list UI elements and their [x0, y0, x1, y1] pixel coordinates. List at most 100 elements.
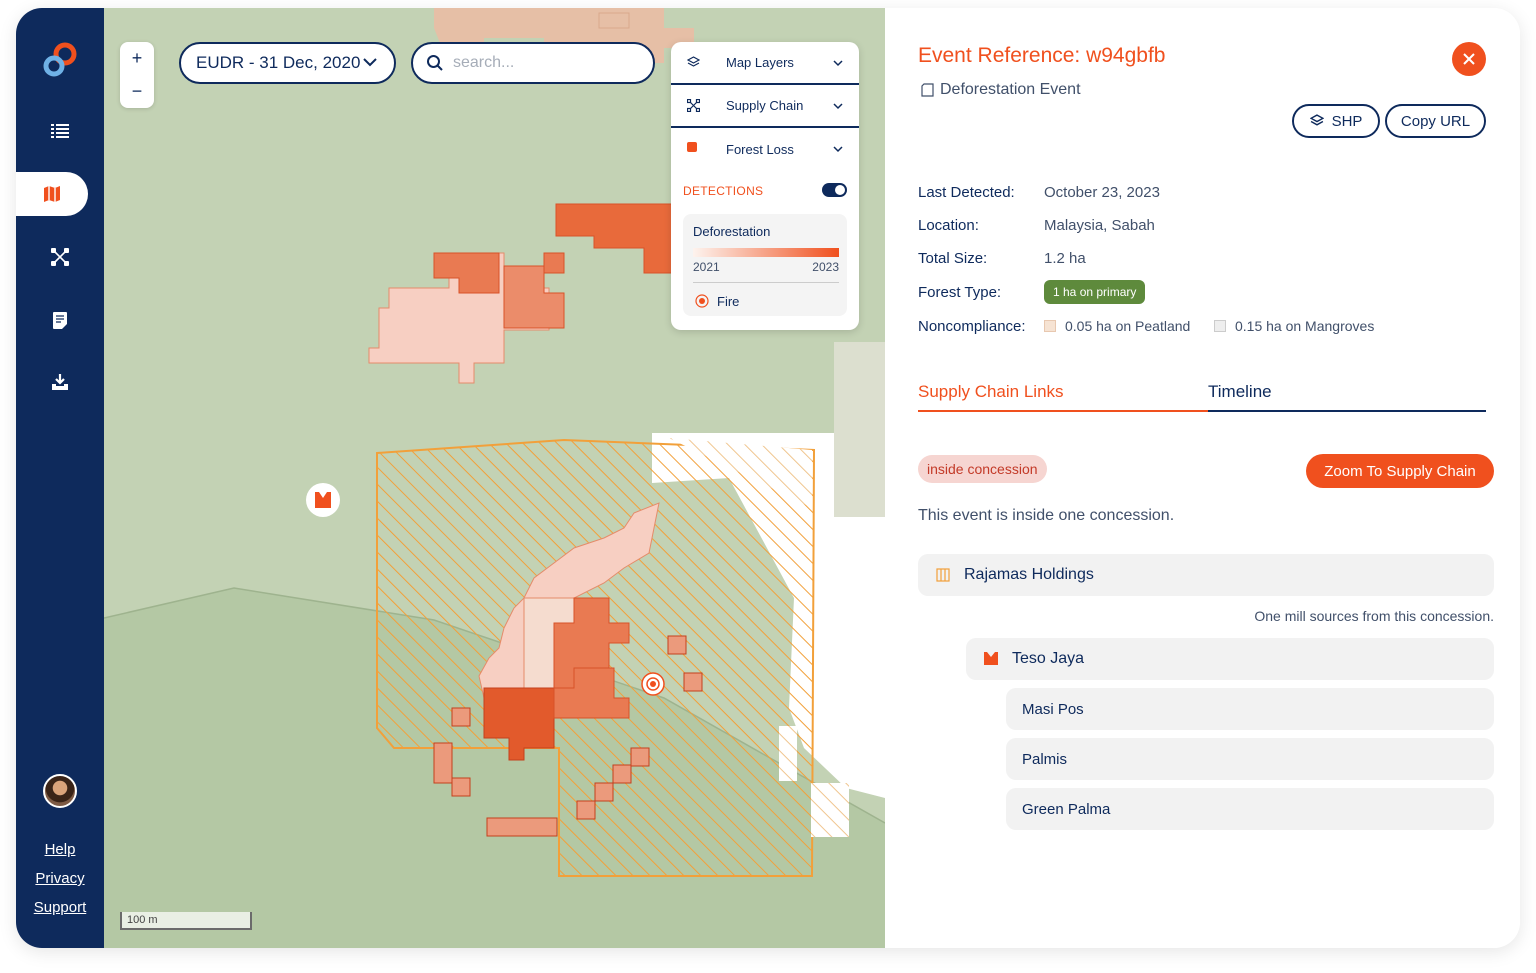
list-icon — [51, 124, 69, 138]
location-value: Malaysia, Sabah — [1044, 217, 1155, 234]
deforestation-legend-label: Deforestation — [693, 224, 771, 239]
total-size-value: 1.2 ha — [1044, 250, 1086, 267]
legend-divider — [693, 282, 839, 283]
tab-active-underline — [918, 410, 1208, 412]
location-label: Location: — [918, 217, 979, 234]
concession-card[interactable]: Rajamas Holdings — [918, 554, 1494, 596]
close-icon — [1463, 53, 1475, 65]
supply-chain-icon — [51, 248, 69, 266]
concession-strip — [779, 726, 797, 781]
year-start-label: 2021 — [693, 260, 720, 274]
zoom-out-button[interactable]: − — [120, 75, 154, 108]
chevron-down-icon — [833, 60, 843, 67]
forest-loss-label: Forest Loss — [726, 142, 794, 157]
event-type-label: Deforestation Event — [940, 81, 1081, 98]
close-button[interactable] — [1452, 42, 1486, 76]
copy-url-button-label: Copy URL — [1400, 112, 1471, 130]
search-placeholder: search... — [453, 54, 515, 71]
noncompliance-label: Noncompliance: — [918, 318, 1026, 335]
help-link[interactable]: Help — [16, 841, 104, 858]
mill-marker[interactable] — [306, 483, 340, 517]
date-filter-label: EUDR - 31 Dec, 2020 — [196, 53, 361, 72]
user-avatar[interactable] — [43, 774, 77, 808]
nav-report-button[interactable] — [16, 298, 104, 342]
supply-chain-icon — [687, 99, 700, 112]
nav-supply-chain-button[interactable] — [16, 235, 104, 279]
event-description: This event is inside one concession. — [918, 507, 1175, 524]
report-icon — [53, 311, 67, 329]
detections-toggle[interactable] — [822, 183, 847, 197]
event-title: Event Reference: w94gbfb — [918, 44, 1166, 67]
tab-underline — [1208, 410, 1486, 412]
forest-loss-icon — [687, 142, 697, 152]
concession-icon — [936, 568, 950, 582]
shp-button-label: SHP — [1331, 112, 1363, 130]
layers-icon — [687, 56, 700, 67]
forest-type-label: Forest Type: — [918, 284, 1002, 301]
deforestation-gradient — [693, 248, 839, 257]
supplier-name: Palmis — [1022, 750, 1068, 768]
map-layers-dropdown[interactable]: Map Layers — [671, 42, 859, 85]
nav-list-button[interactable] — [16, 109, 104, 153]
download-icon — [52, 373, 68, 390]
detections-legend: Deforestation 2021 2023 Fire — [683, 214, 847, 316]
mill-card[interactable]: Teso Jaya — [966, 638, 1494, 680]
chevron-down-icon — [833, 103, 843, 110]
mill-note: One mill sources from this concession. — [1254, 608, 1494, 624]
zoom-control: + − — [120, 42, 154, 108]
tab-supply-chain-links[interactable]: Supply Chain Links — [918, 382, 1064, 402]
support-link[interactable]: Support — [16, 899, 104, 916]
forest-type-badge: 1 ha on primary — [1044, 280, 1146, 304]
supply-chain-label: Supply Chain — [726, 98, 804, 113]
concession-name: Rajamas Holdings — [964, 566, 1094, 583]
nav-map-button[interactable] — [16, 172, 88, 216]
supplier-card[interactable]: Masi Pos — [1006, 688, 1494, 730]
privacy-link[interactable]: Privacy — [16, 870, 104, 887]
last-detected-label: Last Detected: — [918, 184, 1015, 201]
map-scale-bar: 100 m — [120, 912, 252, 930]
supplier-card[interactable]: Green Palma — [1006, 788, 1494, 830]
tab-timeline[interactable]: Timeline — [1208, 382, 1272, 402]
chevron-down-icon — [363, 58, 377, 67]
event-type: Deforestation Event — [921, 81, 1081, 99]
layers-icon — [1309, 114, 1324, 126]
concession-patch — [811, 783, 849, 837]
year-end-label: 2023 — [812, 260, 839, 274]
shp-button[interactable]: SHP — [1292, 104, 1380, 138]
mangroves-value: 0.15 ha on Mangroves — [1235, 318, 1375, 334]
supplier-name: Green Palma — [1022, 800, 1111, 818]
forest-loss-dropdown[interactable]: Forest Loss — [671, 128, 859, 171]
last-detected-value: October 23, 2023 — [1044, 184, 1160, 201]
mill-icon — [984, 652, 998, 665]
detections-label: DETECTIONS — [683, 184, 764, 198]
concession-status-badge: inside concession — [918, 455, 1047, 483]
app-logo — [43, 42, 77, 77]
mill-name: Teso Jaya — [1012, 650, 1085, 667]
supplier-name: Masi Pos — [1022, 700, 1084, 718]
plot-area — [834, 342, 885, 517]
sidebar: Help Privacy Support — [16, 8, 104, 948]
noncompliance-peatland: 0.05 ha on Peatland — [1044, 318, 1190, 334]
mangroves-swatch — [1214, 320, 1226, 332]
zoom-to-supply-chain-button[interactable]: Zoom To Supply Chain — [1306, 454, 1494, 488]
copy-url-button[interactable]: Copy URL — [1385, 104, 1486, 138]
peatland-value: 0.05 ha on Peatland — [1065, 318, 1191, 334]
zoom-in-button[interactable]: + — [120, 42, 154, 75]
event-panel: Event Reference: w94gbfb Deforestation E… — [885, 8, 1520, 948]
map-canvas[interactable]: + − EUDR - 31 Dec, 2020 search... Map La… — [104, 8, 885, 948]
fire-icon — [695, 294, 709, 308]
fire-marker[interactable] — [641, 672, 665, 696]
event-type-icon — [921, 83, 934, 97]
peatland-swatch — [1044, 320, 1056, 332]
nav-download-button[interactable] — [16, 360, 104, 404]
supplier-card[interactable]: Palmis — [1006, 738, 1494, 780]
total-size-label: Total Size: — [918, 250, 988, 267]
fire-legend-label: Fire — [717, 294, 740, 309]
app-window: Help Privacy Support + − EUDR - 31 Dec, … — [16, 8, 1520, 948]
chevron-down-icon — [833, 146, 843, 153]
search-input[interactable]: search... — [411, 42, 655, 84]
supply-chain-dropdown[interactable]: Supply Chain — [671, 85, 859, 128]
layers-panel: Map Layers Supply Chain Forest Loss DETE… — [671, 42, 859, 330]
search-icon — [427, 55, 443, 71]
date-filter-select[interactable]: EUDR - 31 Dec, 2020 — [179, 42, 396, 84]
